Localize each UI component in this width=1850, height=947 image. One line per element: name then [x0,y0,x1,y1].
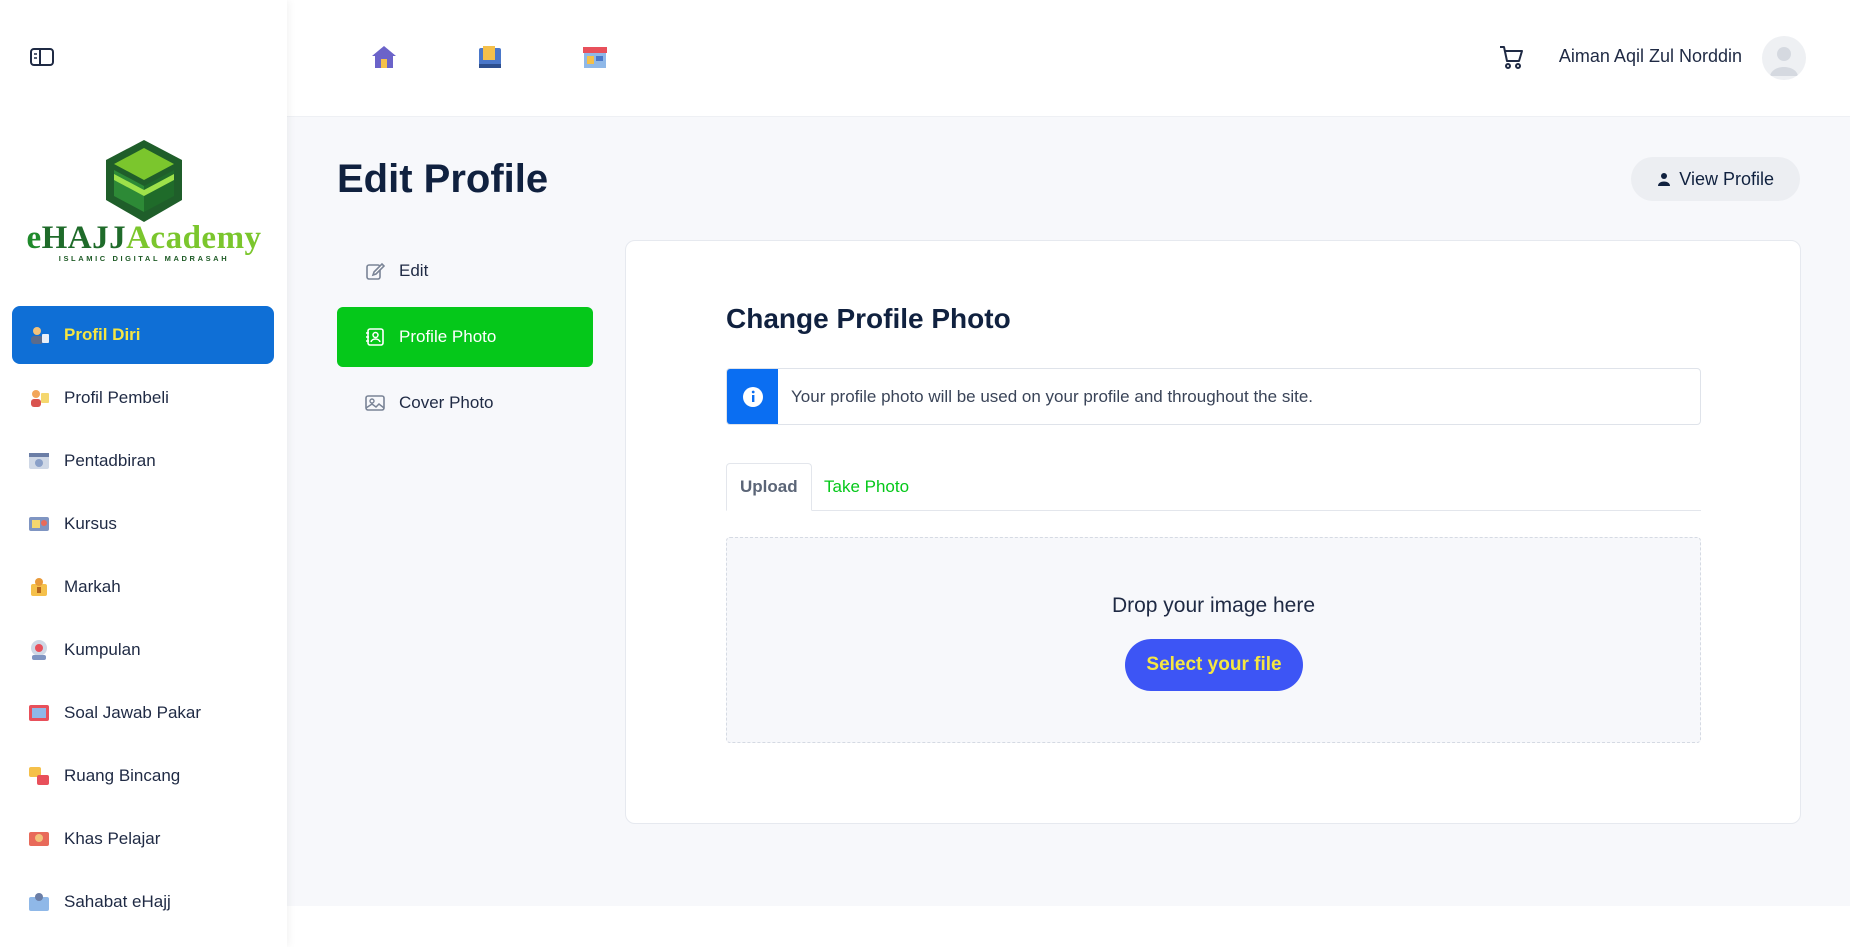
sidebar-item-kursus[interactable]: Kursus [12,495,274,553]
store-icon[interactable] [582,44,608,70]
group-icon [28,639,50,661]
friends-icon [28,891,50,913]
sidebar-item-sahabat-ehajj[interactable]: Sahabat eHajj [12,873,274,931]
app-root: eHAJJAcademy ISLAMIC DIGITAL MADRASAH Pr… [0,0,1850,947]
info-icon [727,369,778,424]
buyer-icon [28,387,50,409]
sidebar: eHAJJAcademy ISLAMIC DIGITAL MADRASAH Pr… [0,0,287,947]
view-profile-button[interactable]: View Profile [1631,157,1800,201]
student-icon [28,828,50,850]
subnav-item-edit[interactable]: Edit [337,241,593,301]
card-title: Change Profile Photo [726,303,1011,334]
profile-icon [28,324,50,346]
drop-text: Drop your image here [1111,594,1316,617]
sidebar-item-label: Profil Diri [64,325,141,344]
subnav-item-cover-photo[interactable]: Cover Photo [337,373,593,433]
sidebar-item-label: Kumpulan [64,640,141,659]
image-dropzone[interactable]: Drop your image here Select your file [726,537,1701,743]
cart-icon[interactable] [1498,44,1524,70]
subnav-item-label: Edit [399,261,429,280]
home-icon[interactable] [371,44,397,70]
marks-icon [28,576,50,598]
sidebar-item-label: Soal Jawab Pakar [64,703,202,722]
profile-subnav: Edit Profile Photo Cover Photo [337,241,593,439]
sidebar-item-pentadbiran[interactable]: Pentadbiran [12,432,274,490]
qa-icon [28,702,50,724]
main-content: Edit Profile View Profile Edit Profile P… [287,117,1850,906]
view-profile-label: View Profile [1679,168,1774,189]
sidebar-item-label: Ruang Bincang [64,766,181,785]
sidebar-item-label: Khas Pelajar [64,829,161,848]
sidebar-item-label: Sahabat eHajj [64,892,171,911]
tab-take-photo[interactable]: Take Photo [824,463,909,511]
sidebar-item-label: Pentadbiran [64,451,156,470]
sidebar-item-soal-jawab-pakar[interactable]: Soal Jawab Pakar [12,684,274,742]
logo-tagline: ISLAMIC DIGITAL MADRASAH [58,254,230,263]
sidebar-item-markah[interactable]: Markah [12,558,274,616]
book-icon[interactable] [477,44,503,70]
subnav-item-label: Profile Photo [399,327,497,346]
top-bar: Aiman Aqil Zul Norddin [287,0,1850,117]
logo-wordmark: eHAJJAcademy [26,220,262,256]
subnav-item-label: Cover Photo [399,393,494,412]
footer-strip [287,906,1850,947]
discussion-icon [28,765,50,787]
admin-icon [28,450,50,472]
change-photo-card: Change Profile Photo Your profile photo … [625,240,1801,824]
edit-icon [366,262,385,280]
alert-text: Your profile photo will be used on your … [791,386,1313,406]
sidebar-item-kumpulan[interactable]: Kumpulan [12,621,274,679]
user-icon [1658,173,1671,186]
course-icon [28,513,50,535]
cover-photo-icon [365,395,385,411]
sidebar-item-label: Profil Pembeli [64,388,169,407]
profile-photo-icon [366,328,384,346]
tab-upload[interactable]: Upload [726,463,812,511]
sidebar-nav: Profil Diri Profil Pembeli Pentadbiran K… [12,306,274,936]
subnav-item-profile-photo[interactable]: Profile Photo [337,307,593,367]
sidebar-item-label: Markah [64,577,121,596]
kaaba-logo-icon [106,140,182,222]
sidebar-item-profil-diri[interactable]: Profil Diri [12,306,274,364]
photo-tabs: Upload Take Photo [726,463,1701,511]
sidebar-item-label: Kursus [64,514,117,533]
sidebar-item-ruang-bincang[interactable]: Ruang Bincang [12,747,274,805]
sidebar-item-khas-pelajar[interactable]: Khas Pelajar [12,810,274,868]
sidebar-toggle-icon[interactable] [30,48,54,66]
sidebar-item-profil-pembeli[interactable]: Profil Pembeli [12,369,274,427]
user-name[interactable]: Aiman Aqil Zul Norddin [1559,46,1742,67]
select-file-button[interactable]: Select your file [1125,639,1303,691]
user-avatar-icon[interactable] [1762,36,1806,80]
page-title: Edit Profile [337,157,549,201]
info-alert: Your profile photo will be used on your … [726,368,1701,425]
ehajj-logo[interactable]: eHAJJAcademy ISLAMIC DIGITAL MADRASAH [26,138,262,268]
